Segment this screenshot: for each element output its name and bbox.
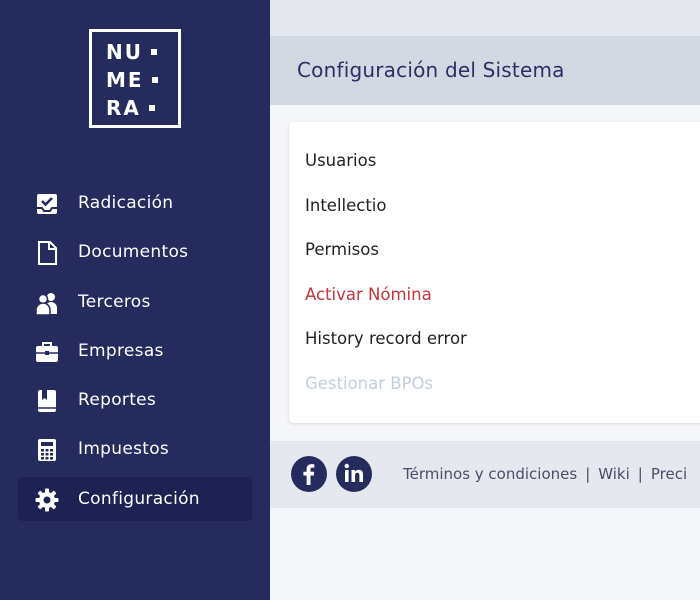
settings-card: Usuarios Intellectio Permisos Activar Nó…	[289, 122, 700, 423]
page-header: Configuración del Sistema	[270, 36, 700, 105]
logo-line-2: ME	[106, 68, 144, 92]
sidebar-item-reportes[interactable]: Reportes	[18, 378, 252, 422]
sidebar: NU ME RA Radicación Documentos Terceros …	[0, 0, 270, 600]
settings-option-usuarios[interactable]: Usuarios	[305, 151, 376, 170]
document-icon	[38, 241, 57, 266]
sidebar-item-label: Reportes	[78, 390, 157, 411]
settings-option-gestionar-bpos: Gestionar BPOs	[305, 374, 434, 393]
gear-icon	[35, 488, 59, 512]
sidebar-item-label: Empresas	[78, 340, 164, 361]
numera-logo[interactable]: NU ME RA	[89, 29, 181, 128]
sidebar-item-documentos[interactable]: Documentos	[18, 230, 252, 274]
settings-option-intellectio[interactable]: Intellectio	[305, 196, 387, 215]
settings-option-history-record-error[interactable]: History record error	[305, 329, 467, 348]
sidebar-item-empresas[interactable]: Empresas	[18, 329, 252, 373]
logo-line-3: RA	[106, 96, 141, 120]
sidebar-item-label: Documentos	[78, 242, 189, 263]
sidebar-item-label: Configuración	[78, 488, 200, 509]
calculator-icon	[38, 439, 56, 462]
sidebar-item-impuestos[interactable]: Impuestos	[18, 427, 252, 471]
users-icon	[35, 292, 57, 315]
top-bar	[270, 0, 700, 36]
footer-link-terminos[interactable]: Términos y condiciones	[403, 465, 577, 483]
book-icon	[38, 390, 56, 413]
footer-links: Términos y condiciones | Wiki | Preci	[403, 465, 688, 483]
page-title: Configuración del Sistema	[297, 58, 565, 82]
settings-option-permisos[interactable]: Permisos	[305, 240, 379, 259]
footer-link-precios[interactable]: Preci	[651, 465, 687, 483]
sidebar-menu: Radicación Documentos Terceros Empresas …	[18, 181, 252, 526]
check-inbox-icon	[37, 194, 57, 214]
settings-option-activar-nomina[interactable]: Activar Nómina	[305, 285, 432, 304]
sidebar-item-radicacion[interactable]: Radicación	[18, 181, 252, 225]
footer: Términos y condiciones | Wiki | Preci	[270, 441, 700, 508]
logo-line-1: NU	[106, 40, 143, 64]
linkedin-icon[interactable]	[336, 456, 372, 492]
briefcase-icon	[36, 341, 58, 362]
sidebar-item-label: Terceros	[78, 291, 151, 312]
sidebar-item-label: Impuestos	[78, 439, 170, 460]
sidebar-item-configuracion[interactable]: Configuración	[18, 476, 252, 521]
facebook-icon[interactable]	[291, 456, 327, 492]
sidebar-item-label: Radicación	[78, 193, 174, 213]
footer-link-wiki[interactable]: Wiki	[598, 465, 630, 483]
sidebar-item-terceros[interactable]: Terceros	[18, 280, 252, 324]
